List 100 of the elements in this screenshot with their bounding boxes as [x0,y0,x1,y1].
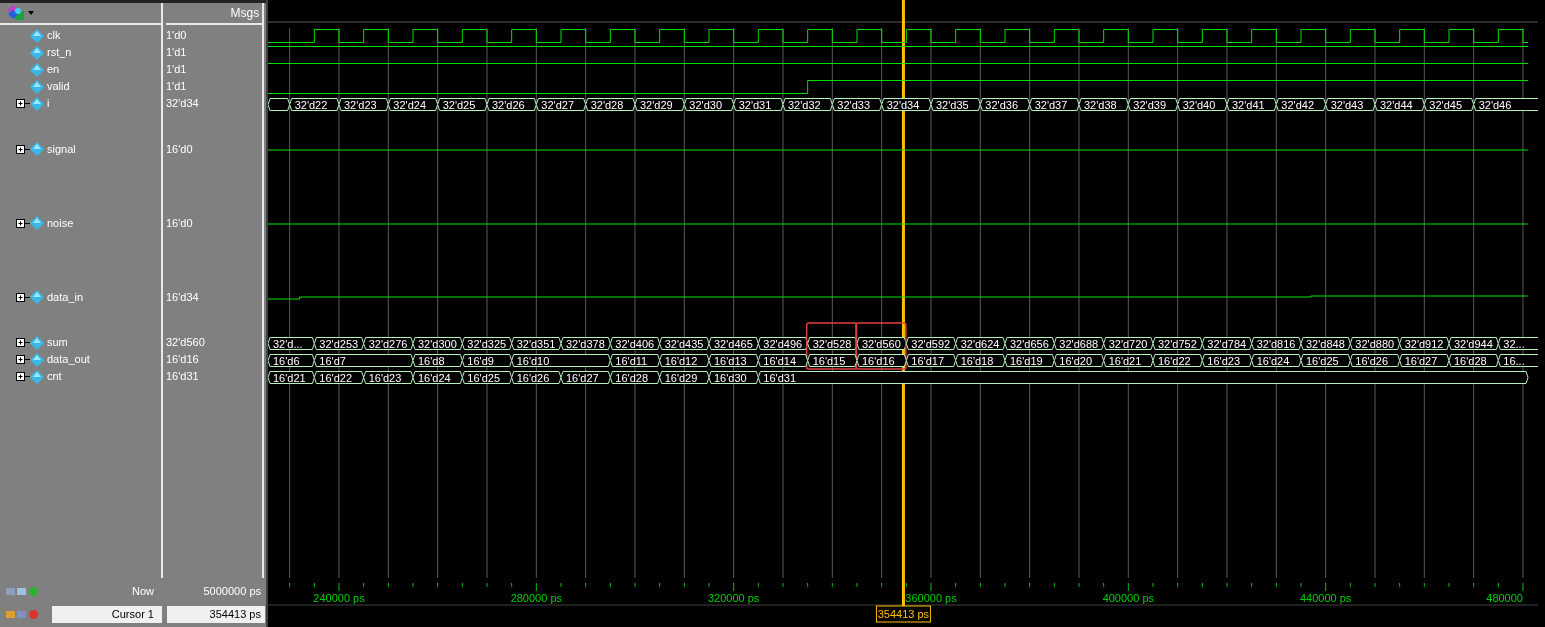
expand-icon[interactable] [16,355,30,364]
bus-value: 32'd276 [363,337,414,350]
bus-value: 32'd32 [782,98,833,111]
bus-value: 16'd6 [268,354,315,367]
cursor-time: 354413 ps [167,606,265,623]
bus-value: 16'd27 [560,371,611,384]
bus-value: 32'd912 [1399,337,1450,350]
signal-icon [30,369,44,384]
bus-value: 16'd22 [1152,354,1203,367]
bus-value: 16'd20 [1053,354,1105,367]
bus-value: 16'd22 [313,371,365,384]
signal-value: 16'd31 [166,369,199,385]
bus-value: 32'd300 [412,337,463,350]
signal-icon [30,45,44,60]
bus-value: 32'd27 [535,98,587,111]
bus-value: 16'd23 [1201,354,1253,367]
bus-value: 32'd325 [461,337,513,350]
bus-value: 16'd28 [1448,354,1499,367]
expand-icon[interactable] [16,292,30,302]
signal-name[interactable]: cnt [47,368,62,385]
bus-value: 32'd406 [609,337,661,350]
bus-value: 32'd688 [1053,337,1105,350]
bus-value: 32... [1497,337,1538,350]
bus-value: 16'd18 [955,354,1006,367]
signal-icon [30,142,44,156]
bus-value: 32'd528 [807,337,858,350]
expand-icon[interactable] [16,144,30,154]
bus-value: 32'd36 [979,98,1031,111]
signal-icon [30,62,44,77]
bus-value: 32'd28 [585,98,636,111]
cursor-name[interactable]: Cursor 1 [52,606,162,623]
bus-value: 16'd26 [511,371,562,384]
signal-name[interactable]: rst_n [47,44,72,61]
bus-value: 32'd435 [659,337,710,350]
bus-value: 16'd21 [268,371,315,384]
bus-value: 16'd17 [905,354,957,367]
signal-value: 16'd0 [166,215,193,231]
now-time: 5000000 ps [202,584,262,600]
expand-icon[interactable] [16,372,30,381]
bus-value: 16'd21 [1103,354,1154,367]
signal-value: 16'd16 [166,352,199,368]
bus-value: 16'd29 [659,371,710,384]
signal-name[interactable]: signal [47,140,76,158]
signal-name[interactable]: noise [47,214,74,232]
column-header: Msgs [230,5,260,22]
bus-value: 32'd253 [313,337,365,350]
bus-value: 16'd24 [1251,354,1302,367]
signal-name[interactable]: data_out [47,351,90,368]
time-label: 320000 ps [707,592,760,604]
signal-icon [30,290,44,304]
bus-value: 32'd24 [387,98,439,111]
bus-value: 16'd28 [609,371,661,384]
now-label: Now [131,584,155,600]
bus-value: 32'd30 [683,98,735,111]
signal-name[interactable]: i [47,95,50,112]
bus-value: 16'd25 [461,371,513,384]
bus-value: 16'd27 [1399,354,1450,367]
wave-menu-icon[interactable] [5,4,26,22]
signal-name[interactable]: data_in [47,288,84,306]
bus-value: 32'd752 [1152,337,1203,350]
signal-name[interactable]: clk [47,27,61,44]
bus-value: 32'd35 [930,98,981,111]
bus-value: 32'd465 [708,337,759,350]
bus-value: 32'd40 [1177,98,1228,111]
cursor-line[interactable] [901,578,905,606]
signal-name[interactable]: en [47,61,60,78]
bus-value: 32'd39 [1127,98,1179,111]
expand-icon[interactable] [16,338,30,347]
bus-value: 32'd31 [733,98,784,111]
time-label: 280000 ps [510,592,563,604]
cursor-readout[interactable]: 354413 ps [875,605,931,623]
expand-icon[interactable] [16,99,30,108]
signal-name[interactable]: valid [47,78,70,95]
signal-value: 1'd0 [166,28,187,44]
signal-name[interactable]: sum [47,334,68,351]
bus-value: 32'd378 [560,337,611,350]
bus-value: 32'd496 [757,337,809,350]
bus-value: 32'd45 [1423,98,1475,111]
time-label: 480000 [1486,592,1523,604]
signal-value: 32'd560 [166,335,205,351]
bus-value: 32'd42 [1275,98,1327,111]
bus-value: 32'd720 [1103,337,1154,350]
bus-value: 32'd34 [881,98,932,111]
bus-value: 32'd351 [511,337,562,350]
bus-value: 16'd30 [708,371,759,384]
bus-value: 32'd784 [1201,337,1253,350]
signal-value: 16'd34 [166,289,199,305]
expand-icon[interactable] [16,218,30,228]
bus-value: 32'd848 [1300,337,1351,350]
bus-value: 16'd25 [1300,354,1351,367]
bus-value: 16'd11 [609,354,661,367]
bus-value: 32'd38 [1078,98,1129,111]
caret-icon[interactable] [28,11,35,15]
bus-value: 16'd8 [412,354,463,367]
bus-value: 32'd37 [1029,98,1080,111]
time-label: 360000 ps [905,592,957,604]
signal-icon [30,28,44,43]
signal-value: 16'd0 [166,141,193,157]
bus-value: 16'd15 [807,354,858,367]
bus-value: 16'd13 [708,354,759,367]
